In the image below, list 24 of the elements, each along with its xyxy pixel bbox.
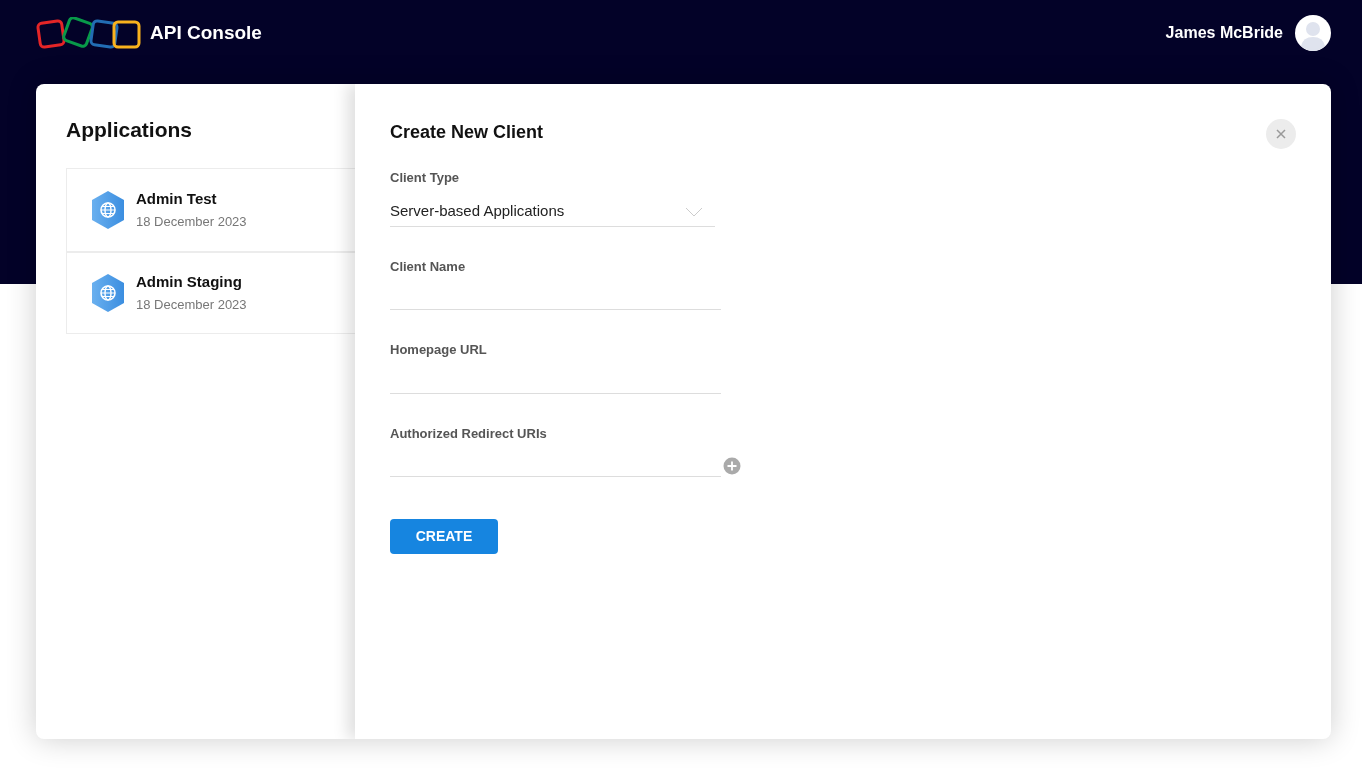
globe-icon [90,272,126,313]
logo-icon [36,17,142,49]
application-name: Admin Staging [136,271,243,292]
globe-icon [90,189,126,230]
application-item[interactable]: Admin Test 18 December 2023 [67,168,355,251]
application-date: 18 December 2023 [136,296,247,314]
application-name: Admin Test [136,188,218,209]
avatar-icon[interactable] [1295,15,1331,51]
application-date: 18 December 2023 [136,213,247,231]
chevron-down-icon [685,206,703,217]
create-button[interactable]: CREATE [390,519,498,554]
close-icon [1276,129,1286,139]
field-label: Authorized Redirect URIs [390,424,548,443]
dialog-title: Create New Client [390,121,544,144]
field-label: Client Type [390,169,461,187]
app-title: API Console [150,20,262,45]
add-icon[interactable] [723,457,741,475]
application-item[interactable]: Admin Staging 18 December 2023 [67,250,355,333]
user-name[interactable]: James McBride [1165,21,1283,45]
field-label: Homepage URL [390,341,488,359]
field-label: Client Name [390,257,467,276]
close-button[interactable] [1266,119,1296,149]
client-type-dropdown[interactable]: Server-based Applications [390,197,715,227]
applications-heading: Applications [66,117,193,143]
